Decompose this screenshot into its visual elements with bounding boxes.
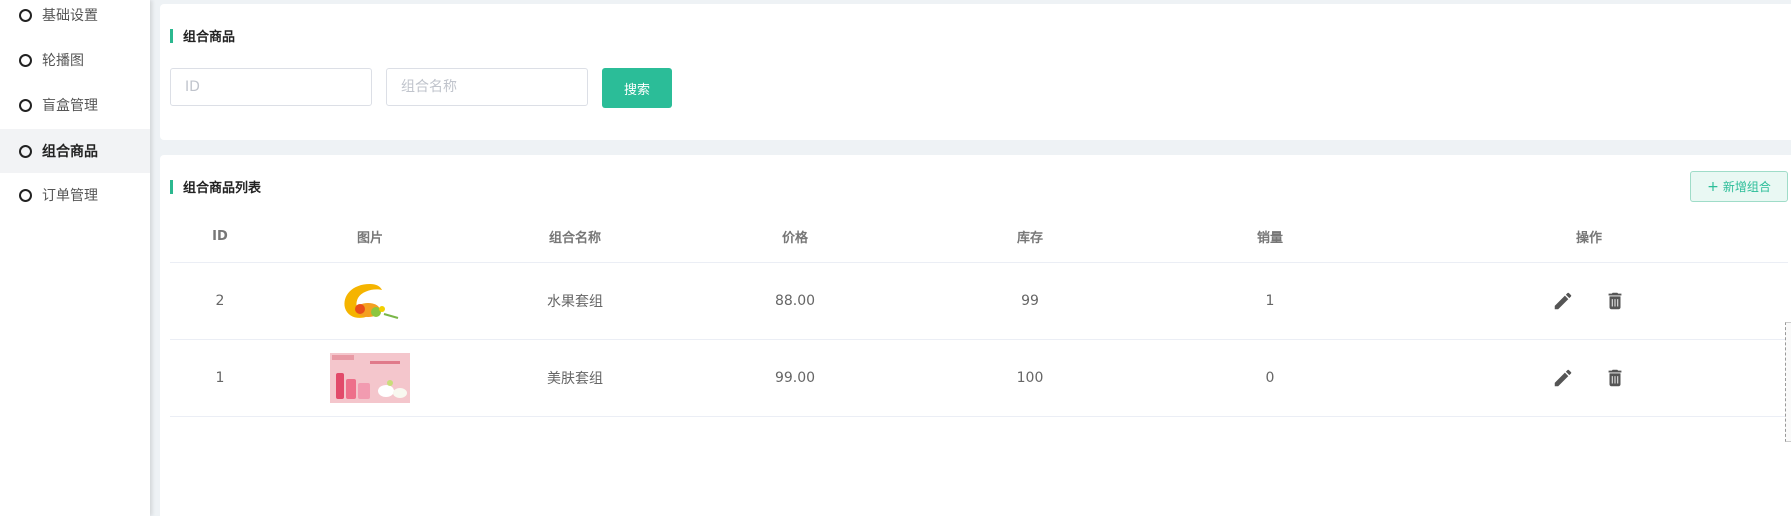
list-panel: 组合商品列表 + 新增组合 ID 图片 组合名称 价格 库存 销量 操作 2 水… — [160, 155, 1791, 516]
sidebar: 基础设置 轮播图 盲盒管理 组合商品 订单管理 — [0, 0, 150, 516]
search-title-text: 组合商品 — [183, 30, 236, 45]
sidebar-item-blind-box[interactable]: 盲盒管理 — [0, 83, 150, 127]
column-header-sales[interactable]: 销量 — [1150, 210, 1390, 263]
column-header-id[interactable]: ID — [170, 210, 270, 263]
cell-image — [270, 339, 470, 417]
search-button[interactable]: 搜索 — [602, 68, 672, 108]
circle-icon — [19, 98, 32, 112]
id-search-input[interactable] — [170, 68, 372, 106]
table-row: 1 美肤套组 99.00 100 0 — [170, 339, 1788, 417]
column-header-actions: 操作 — [1390, 210, 1788, 263]
search-section-title: 组合商品 — [170, 26, 235, 45]
scrollbar[interactable] — [1785, 322, 1791, 442]
search-panel: 组合商品 搜索 — [160, 4, 1791, 140]
pencil-icon[interactable] — [1552, 367, 1574, 389]
table-header-row: ID 图片 组合名称 价格 库存 销量 操作 — [170, 210, 1788, 263]
add-combo-label: 新增组合 — [1722, 180, 1771, 194]
cell-actions — [1390, 262, 1788, 340]
cell-sales: 1 — [1150, 262, 1390, 340]
sidebar-item-carousel[interactable]: 轮播图 — [0, 38, 150, 82]
skincare-combo-image[interactable] — [330, 353, 410, 403]
column-header-stock[interactable]: 库存 — [910, 210, 1150, 263]
combo-table: ID 图片 组合名称 价格 库存 销量 操作 2 水果套组 88.00 99 1… — [170, 210, 1788, 417]
list-title-text: 组合商品列表 — [183, 181, 262, 196]
circle-icon — [19, 53, 32, 67]
circle-icon — [19, 188, 32, 202]
cell-actions — [1390, 339, 1788, 417]
cell-name: 水果套组 — [470, 262, 680, 340]
column-header-price[interactable]: 价格 — [680, 210, 910, 263]
title-accent-bar — [170, 179, 173, 194]
plus-icon: + — [1707, 178, 1719, 195]
title-accent-bar — [170, 28, 173, 43]
cell-sales: 0 — [1150, 339, 1390, 417]
column-header-name[interactable]: 组合名称 — [470, 210, 680, 263]
column-header-image[interactable]: 图片 — [270, 210, 470, 263]
combo-name-search-input[interactable] — [386, 68, 588, 106]
sidebar-item-label: 组合商品 — [42, 144, 98, 160]
cell-image — [270, 262, 470, 340]
cell-price: 99.00 — [680, 339, 910, 417]
table-row: 2 水果套组 88.00 99 1 — [170, 262, 1788, 340]
cell-id: 2 — [170, 262, 270, 340]
cell-name: 美肤套组 — [470, 339, 680, 417]
circle-icon — [19, 8, 32, 22]
trash-icon[interactable] — [1604, 290, 1626, 312]
cell-stock: 99 — [910, 262, 1150, 340]
sidebar-item-label: 订单管理 — [42, 188, 98, 204]
sidebar-item-basic-settings[interactable]: 基础设置 — [0, 0, 150, 37]
sidebar-item-orders[interactable]: 订单管理 — [0, 173, 150, 217]
list-section-title: 组合商品列表 — [170, 177, 261, 196]
sidebar-item-label: 盲盒管理 — [42, 98, 98, 114]
cell-id: 1 — [170, 339, 270, 417]
fruit-combo-image[interactable] — [330, 276, 410, 326]
trash-icon[interactable] — [1604, 367, 1626, 389]
cell-price: 88.00 — [680, 262, 910, 340]
sidebar-item-label: 基础设置 — [42, 8, 98, 24]
add-combo-button[interactable]: + 新增组合 — [1690, 171, 1788, 202]
circle-icon — [19, 144, 32, 158]
cell-stock: 100 — [910, 339, 1150, 417]
pencil-icon[interactable] — [1552, 290, 1574, 312]
sidebar-item-combo-products[interactable]: 组合商品 — [0, 129, 150, 173]
sidebar-item-label: 轮播图 — [42, 53, 84, 69]
